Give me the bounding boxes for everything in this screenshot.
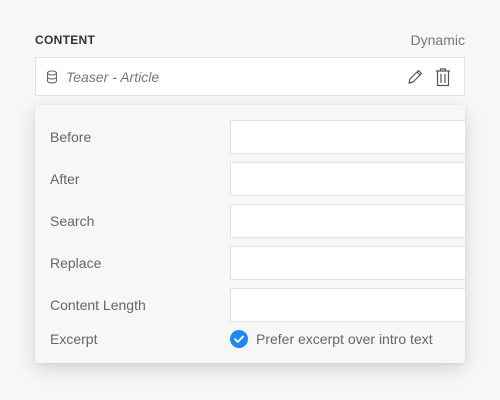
- field-label-content-length: Content Length: [50, 297, 146, 313]
- field-label-before: Before: [50, 129, 92, 145]
- content-source-item[interactable]: Teaser - Article: [35, 57, 465, 96]
- content-length-input[interactable]: [230, 288, 466, 322]
- field-row-after: After: [35, 162, 466, 196]
- field-label-after: After: [50, 171, 80, 187]
- replace-input[interactable]: [230, 246, 466, 280]
- source-label: Teaser - Article: [66, 68, 160, 85]
- field-label-replace: Replace: [50, 255, 102, 271]
- prefer-excerpt-option[interactable]: Prefer excerpt over intro text: [230, 322, 433, 356]
- section-title: CONTENT: [35, 33, 96, 47]
- prefer-excerpt-label: Prefer excerpt over intro text: [256, 331, 433, 347]
- content-settings: CONTENT Dynamic Teaser - Article Before …: [0, 0, 500, 400]
- field-row-search: Search: [35, 204, 466, 238]
- field-row-before: Before: [35, 120, 466, 154]
- field-row-replace: Replace: [35, 246, 466, 280]
- field-label-excerpt: Excerpt: [50, 331, 98, 347]
- trash-icon[interactable]: [433, 67, 453, 87]
- before-input[interactable]: [230, 120, 466, 154]
- content-options-panel: Before After Search Replace Content Leng…: [35, 105, 466, 363]
- source-mode-label[interactable]: Dynamic: [411, 32, 465, 48]
- field-row-content-length: Content Length: [35, 288, 466, 322]
- pencil-icon[interactable]: [405, 67, 425, 87]
- search-input[interactable]: [230, 204, 466, 238]
- field-row-excerpt: Excerpt Prefer excerpt over intro text: [35, 322, 465, 356]
- field-label-search: Search: [50, 213, 95, 229]
- section-header: CONTENT Dynamic: [35, 31, 465, 49]
- checkmark-icon: [234, 335, 244, 343]
- prefer-excerpt-checkbox[interactable]: [230, 330, 248, 348]
- after-input[interactable]: [230, 162, 466, 196]
- database-icon: [46, 69, 58, 84]
